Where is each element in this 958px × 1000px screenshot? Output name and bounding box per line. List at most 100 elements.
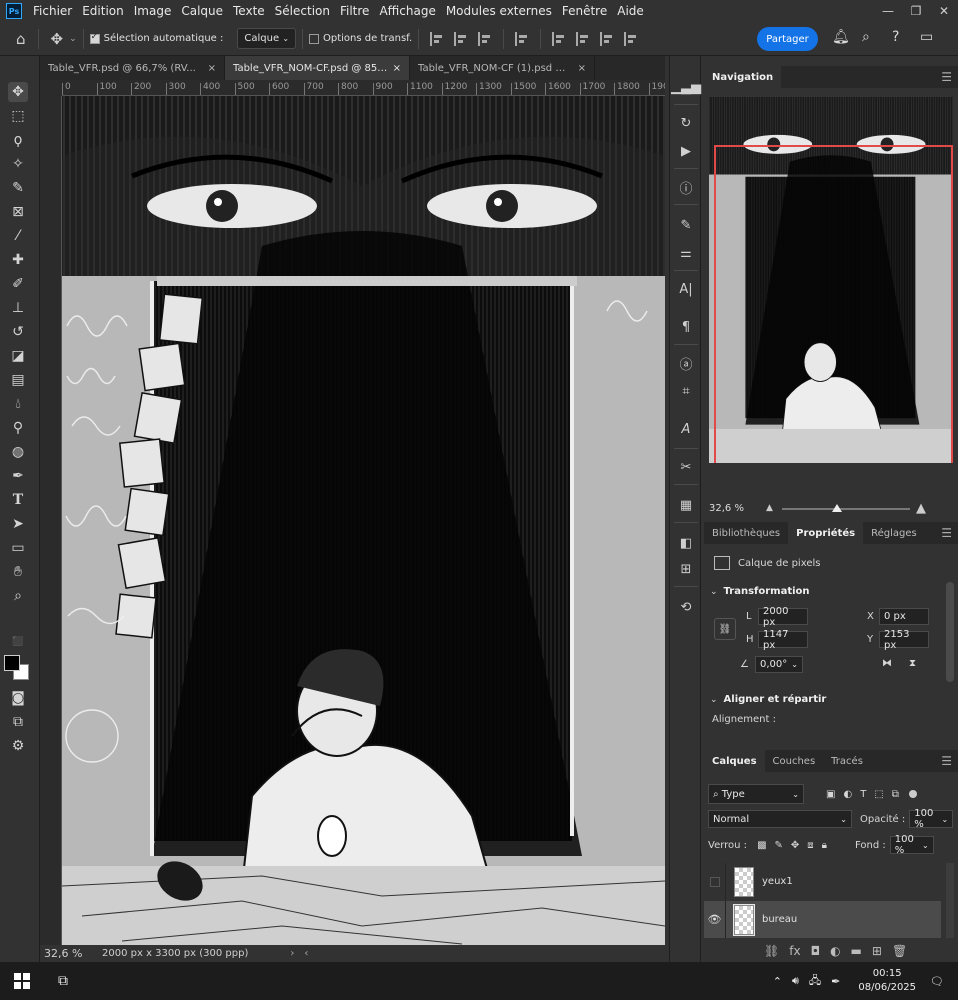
- notifications-icon[interactable]: 🗨︎: [930, 975, 944, 988]
- sponge-tool-icon[interactable]: ◍: [8, 442, 28, 462]
- info-icon[interactable]: ⓘ: [677, 178, 695, 197]
- zoom-slider[interactable]: [782, 504, 910, 512]
- tab-paths[interactable]: Tracés: [823, 750, 871, 772]
- menu-item-1[interactable]: Edition: [77, 4, 129, 18]
- pen-icon[interactable]: ✒: [831, 975, 840, 988]
- menu-item-10[interactable]: Aide: [612, 4, 649, 18]
- zoom-slider-knob[interactable]: [832, 504, 842, 512]
- auto-select-dropdown[interactable]: Calque ⌄: [237, 28, 297, 49]
- visibility-toggle-empty-icon[interactable]: [704, 863, 726, 900]
- menu-item-7[interactable]: Affichage: [374, 4, 440, 18]
- menu-item-2[interactable]: Image: [129, 4, 177, 18]
- network-icon[interactable]: 🖧: [809, 972, 821, 991]
- hand-tool-icon[interactable]: ✋︎: [8, 562, 28, 582]
- layer-row-yeux1[interactable]: yeux1: [704, 863, 941, 900]
- character-icon[interactable]: A|: [677, 280, 695, 298]
- chevron-up-icon[interactable]: ⌃: [773, 975, 782, 988]
- menu-item-5[interactable]: Sélection: [270, 4, 335, 18]
- brushes-icon[interactable]: ✎: [677, 216, 695, 234]
- close-button[interactable]: ✕: [930, 0, 958, 22]
- eye-icon[interactable]: 👁︎: [704, 901, 726, 938]
- home-icon[interactable]: ⌂: [10, 30, 32, 48]
- fx-icon[interactable]: fx: [789, 944, 800, 958]
- navigator-thumbnail[interactable]: [709, 97, 953, 463]
- y-field[interactable]: 2153 px: [879, 629, 929, 651]
- windows-start-icon[interactable]: [14, 973, 30, 989]
- gradients-icon[interactable]: ◧: [677, 534, 695, 552]
- layer-row-bureau[interactable]: 👁︎ bureau: [704, 901, 941, 938]
- align-top-icon[interactable]: [552, 31, 566, 46]
- chevron-left-icon[interactable]: ‹: [304, 948, 308, 959]
- tab-adjustments[interactable]: Réglages: [863, 522, 925, 544]
- zoom-out-icon[interactable]: ▲: [766, 503, 773, 513]
- angle-field[interactable]: 0,00° ⌄: [754, 656, 803, 673]
- align-bottom-icon[interactable]: [600, 31, 614, 46]
- lock-position-icon[interactable]: ✥: [791, 840, 799, 851]
- move-tool-icon[interactable]: ✥: [45, 30, 70, 48]
- align-center-icon[interactable]: [454, 31, 468, 46]
- clock[interactable]: 00:15 08/06/2025: [858, 967, 916, 995]
- align-left-icon[interactable]: [430, 31, 444, 46]
- bell-icon[interactable]: 🔔︎: [832, 29, 850, 45]
- flip-vertical-icon[interactable]: ⧗: [909, 658, 916, 669]
- quick-selection-tool-icon[interactable]: ✎: [8, 178, 28, 198]
- shapes-icon[interactable]: ⟲: [677, 598, 695, 616]
- healing-brush-tool-icon[interactable]: ✚: [8, 250, 28, 270]
- stamp-tool-icon[interactable]: ⊥: [8, 298, 28, 318]
- close-icon[interactable]: ×: [578, 63, 586, 74]
- scrollbar[interactable]: [946, 863, 954, 938]
- brush-tool-icon[interactable]: ✐: [8, 274, 28, 294]
- menu-item-8[interactable]: Modules externes: [441, 4, 557, 18]
- swatches-icon[interactable]: ▦: [677, 496, 695, 514]
- doc-tab-1[interactable]: Table_VFR.psd @ 66,7% (RV... ×: [40, 56, 225, 80]
- pen-tool-icon[interactable]: ✒: [8, 466, 28, 486]
- lasso-tool-icon[interactable]: ϙ: [8, 130, 28, 150]
- blend-mode-dropdown[interactable]: Normal ⌄: [708, 810, 852, 828]
- x-field[interactable]: 0 px: [879, 608, 929, 625]
- panel-menu-icon[interactable]: ☰: [941, 526, 952, 540]
- lock-all-icon[interactable]: 🔒︎: [822, 840, 827, 851]
- navigator-zoom[interactable]: 32,6 %: [709, 503, 744, 514]
- menu-item-6[interactable]: Filtre: [335, 4, 374, 18]
- opacity-field[interactable]: 100 % ⌄: [909, 808, 954, 830]
- panel-menu-icon[interactable]: ☰: [941, 70, 952, 84]
- default-colors-icon[interactable]: ⬛: [8, 632, 28, 652]
- filter-toggle-icon[interactable]: [908, 790, 917, 798]
- gradient-tool-icon[interactable]: ▤: [8, 370, 28, 390]
- tab-properties[interactable]: Propriétés: [788, 522, 864, 544]
- height-field[interactable]: 1147 px: [758, 629, 808, 651]
- patterns-icon[interactable]: ⊞: [677, 560, 695, 578]
- history-brush-tool-icon[interactable]: ↺: [8, 322, 28, 342]
- filter-type-icon[interactable]: T: [860, 789, 866, 800]
- filter-smart-object-icon[interactable]: ⧉: [892, 789, 899, 800]
- layer-name[interactable]: yeux1: [762, 876, 793, 887]
- paragraph-styles-icon[interactable]: ⌗: [677, 382, 695, 400]
- actions-play-icon[interactable]: ▶: [677, 142, 695, 160]
- doc-tab-2[interactable]: Table_VFR_NOM-CF.psd @ 85,7% (D-Vert, R.…: [225, 56, 410, 80]
- distribute-icon[interactable]: [515, 31, 529, 46]
- filter-shape-icon[interactable]: ⬚: [874, 789, 883, 800]
- history-icon[interactable]: ↻: [677, 114, 695, 132]
- close-icon[interactable]: ×: [208, 63, 216, 74]
- layer-filter-dropdown[interactable]: ⌕ Type ⌄: [708, 784, 804, 804]
- share-button[interactable]: Partager: [757, 27, 818, 51]
- crop-tool-icon[interactable]: ⊠: [8, 202, 28, 222]
- marquee-tool-icon[interactable]: ⬚: [8, 106, 28, 126]
- filter-pixel-icon[interactable]: ▣: [826, 789, 835, 800]
- new-layer-icon[interactable]: ⊞: [872, 944, 882, 958]
- lock-artboard-icon[interactable]: ⧈: [807, 840, 813, 851]
- eyedropper-tool-icon[interactable]: ⁄: [8, 226, 28, 246]
- auto-select-checkbox[interactable]: Sélection automatique :: [89, 32, 223, 44]
- path-selection-tool-icon[interactable]: ➤: [8, 514, 28, 534]
- screen-mode-icon[interactable]: ⧉: [8, 712, 28, 732]
- help-icon[interactable]: ?: [892, 29, 899, 45]
- tab-navigator[interactable]: Navigation: [704, 66, 782, 88]
- type-tool-icon[interactable]: T: [8, 490, 28, 510]
- tab-channels[interactable]: Couches: [765, 750, 824, 772]
- lock-pixels-icon[interactable]: ✎: [775, 840, 783, 851]
- distribute-vertical-icon[interactable]: [624, 31, 638, 46]
- layer-name[interactable]: bureau: [762, 914, 797, 925]
- edit-toolbar-icon[interactable]: ⚙︎: [8, 736, 28, 756]
- glyphs-icon[interactable]: A: [677, 420, 695, 438]
- trash-icon[interactable]: 🗑︎: [892, 944, 907, 958]
